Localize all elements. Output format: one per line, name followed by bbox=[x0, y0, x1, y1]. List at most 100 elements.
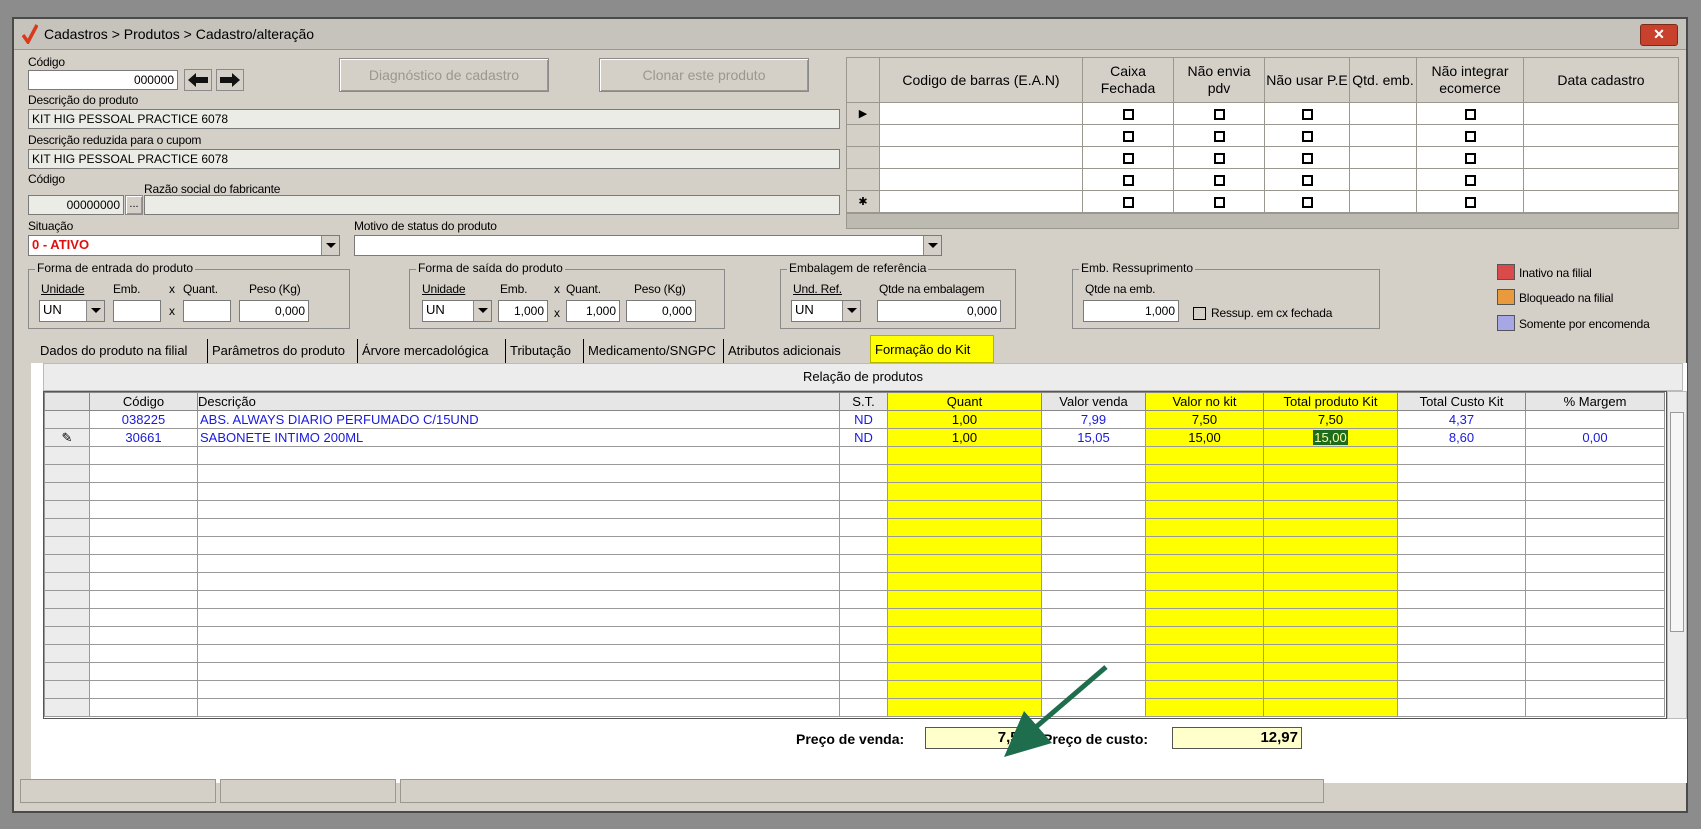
empty-cell[interactable] bbox=[197, 590, 840, 609]
empty-cell[interactable] bbox=[1397, 662, 1526, 681]
empty-cell[interactable] bbox=[89, 608, 198, 627]
empty-cell[interactable] bbox=[1397, 698, 1526, 717]
empty-cell[interactable] bbox=[1525, 572, 1665, 591]
saida-emb-field[interactable]: 1,000 bbox=[498, 300, 548, 322]
empty-cell[interactable] bbox=[197, 644, 840, 663]
empty-cell[interactable] bbox=[1263, 608, 1398, 627]
empty-cell[interactable] bbox=[1263, 644, 1398, 663]
clonar-button[interactable]: Clonar este produto bbox=[599, 58, 809, 92]
empty-cell[interactable] bbox=[1041, 446, 1146, 465]
empty-cell[interactable] bbox=[839, 500, 888, 519]
empty-cell[interactable] bbox=[1525, 464, 1665, 483]
ean-row[interactable]: ▶ bbox=[846, 102, 1679, 125]
empty-cell[interactable] bbox=[1263, 590, 1398, 609]
diagnostico-button[interactable]: Diagnóstico de cadastro bbox=[339, 58, 549, 92]
empty-cell[interactable] bbox=[1145, 662, 1264, 681]
empty-cell[interactable] bbox=[44, 572, 90, 591]
cell-valor-venda[interactable]: 15,05 bbox=[1041, 428, 1146, 447]
empty-cell[interactable] bbox=[887, 626, 1042, 645]
empty-cell[interactable] bbox=[1397, 482, 1526, 501]
checkbox[interactable] bbox=[1464, 175, 1476, 187]
empty-cell[interactable] bbox=[1145, 680, 1264, 699]
empty-row[interactable] bbox=[44, 446, 1665, 465]
empty-cell[interactable] bbox=[1041, 626, 1146, 645]
empty-cell[interactable] bbox=[44, 608, 90, 627]
empty-cell[interactable] bbox=[1525, 482, 1665, 501]
empty-cell[interactable] bbox=[1041, 518, 1146, 537]
checkbox[interactable] bbox=[1301, 197, 1313, 209]
checkbox[interactable] bbox=[1464, 109, 1476, 121]
empty-cell[interactable] bbox=[89, 536, 198, 555]
cell-valor-kit[interactable]: 7,50 bbox=[1145, 410, 1264, 429]
empty-cell[interactable] bbox=[1145, 608, 1264, 627]
empty-cell[interactable] bbox=[887, 572, 1042, 591]
entrada-peso-field[interactable]: 0,000 bbox=[239, 300, 309, 322]
descricao-field[interactable]: KIT HIG PESSOAL PRACTICE 6078 bbox=[28, 109, 840, 129]
empty-cell[interactable] bbox=[1145, 464, 1264, 483]
checkbox[interactable] bbox=[1301, 109, 1313, 121]
empty-cell[interactable] bbox=[887, 590, 1042, 609]
checkbox[interactable] bbox=[1122, 131, 1134, 143]
empty-row[interactable] bbox=[44, 500, 1665, 519]
empty-cell[interactable] bbox=[1525, 446, 1665, 465]
empty-cell[interactable] bbox=[1525, 554, 1665, 573]
empty-cell[interactable] bbox=[89, 644, 198, 663]
cell-margem[interactable] bbox=[1525, 410, 1665, 429]
empty-cell[interactable] bbox=[89, 518, 198, 537]
ean-row[interactable]: ✱ bbox=[846, 190, 1679, 213]
empty-row[interactable] bbox=[44, 680, 1665, 699]
empty-cell[interactable] bbox=[1263, 518, 1398, 537]
empty-cell[interactable] bbox=[1397, 554, 1526, 573]
empty-row[interactable] bbox=[44, 608, 1665, 627]
empty-row[interactable] bbox=[44, 662, 1665, 681]
empty-cell[interactable] bbox=[839, 464, 888, 483]
empty-cell[interactable] bbox=[839, 626, 888, 645]
entrada-quant-field[interactable] bbox=[183, 300, 231, 322]
empty-row[interactable] bbox=[44, 644, 1665, 663]
tab-parametros[interactable]: Parâmetros do produto bbox=[208, 339, 358, 363]
empty-cell[interactable] bbox=[44, 662, 90, 681]
empty-cell[interactable] bbox=[89, 446, 198, 465]
ean-row[interactable] bbox=[846, 168, 1679, 191]
empty-row[interactable] bbox=[44, 464, 1665, 483]
empty-cell[interactable] bbox=[197, 626, 840, 645]
empty-cell[interactable] bbox=[1263, 500, 1398, 519]
empty-cell[interactable] bbox=[1145, 626, 1264, 645]
empty-cell[interactable] bbox=[44, 698, 90, 717]
preco-custo-field[interactable]: 12,97 bbox=[1172, 727, 1302, 749]
desc-reduzida-field[interactable]: KIT HIG PESSOAL PRACTICE 6078 bbox=[28, 149, 840, 169]
fabricante-lookup-button[interactable]: ... bbox=[125, 195, 143, 215]
empty-cell[interactable] bbox=[197, 680, 840, 699]
empty-cell[interactable] bbox=[839, 698, 888, 717]
empty-cell[interactable] bbox=[44, 626, 90, 645]
empty-cell[interactable] bbox=[197, 572, 840, 591]
ressup-qtde-field[interactable]: 1,000 bbox=[1083, 300, 1179, 322]
empty-cell[interactable] bbox=[1525, 680, 1665, 699]
empty-cell[interactable] bbox=[1041, 500, 1146, 519]
empty-cell[interactable] bbox=[839, 446, 888, 465]
codigo-field[interactable]: 000000 bbox=[28, 70, 178, 90]
empty-cell[interactable] bbox=[44, 644, 90, 663]
col-valor-kit[interactable]: Valor no kit bbox=[1145, 392, 1264, 411]
empty-cell[interactable] bbox=[1145, 446, 1264, 465]
cell-quant[interactable]: 1,00 bbox=[887, 428, 1042, 447]
situacao-select[interactable]: 0 - ATIVO bbox=[28, 235, 340, 256]
checkbox[interactable] bbox=[1464, 153, 1476, 165]
empty-cell[interactable] bbox=[887, 554, 1042, 573]
empty-cell[interactable] bbox=[1397, 590, 1526, 609]
previous-button[interactable] bbox=[184, 69, 212, 91]
empty-cell[interactable] bbox=[887, 482, 1042, 501]
empty-cell[interactable] bbox=[89, 662, 198, 681]
empty-cell[interactable] bbox=[839, 572, 888, 591]
ressup-checkbox[interactable] bbox=[1193, 307, 1206, 320]
entrada-emb-field[interactable] bbox=[113, 300, 161, 322]
empty-cell[interactable] bbox=[1397, 464, 1526, 483]
empty-cell[interactable] bbox=[1263, 662, 1398, 681]
empty-row[interactable] bbox=[44, 482, 1665, 501]
empty-cell[interactable] bbox=[1397, 626, 1526, 645]
empty-cell[interactable] bbox=[1145, 554, 1264, 573]
empty-cell[interactable] bbox=[1525, 500, 1665, 519]
empty-cell[interactable] bbox=[197, 446, 840, 465]
col-descricao[interactable]: Descrição bbox=[197, 392, 840, 411]
col-custo-kit[interactable]: Total Custo Kit bbox=[1397, 392, 1526, 411]
